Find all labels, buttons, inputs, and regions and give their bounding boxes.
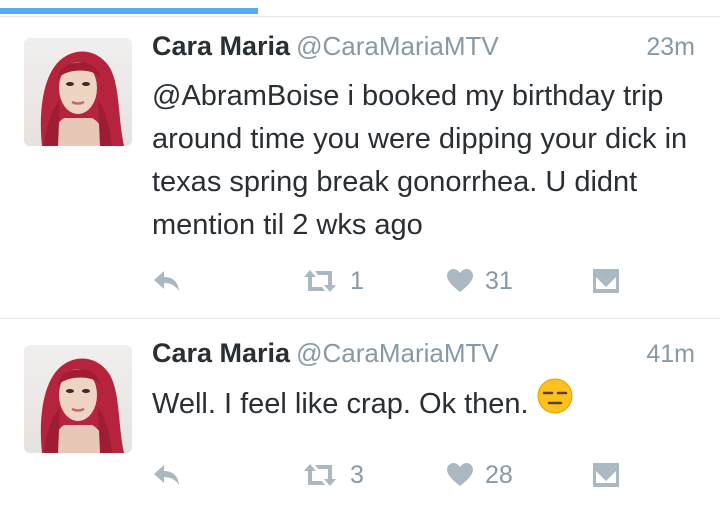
tweet-header: Cara Maria @CaraMariaMTV 23m bbox=[152, 31, 695, 71]
direct-message-button[interactable] bbox=[592, 266, 620, 296]
retweet-count: 1 bbox=[350, 266, 364, 295]
tweet-card[interactable]: Cara Maria @CaraMariaMTV 41m Well. I feel… bbox=[0, 319, 720, 521]
envelope-icon bbox=[593, 269, 619, 293]
top-loading-bar bbox=[0, 0, 720, 18]
avatar[interactable] bbox=[24, 38, 132, 146]
display-name[interactable]: Cara Maria bbox=[152, 31, 290, 61]
avatar-image bbox=[24, 345, 132, 453]
heart-icon bbox=[447, 463, 473, 486]
like-count: 28 bbox=[485, 460, 513, 489]
tweet-header: Cara Maria @CaraMariaMTV 41m bbox=[152, 338, 695, 378]
reply-button[interactable] bbox=[152, 266, 182, 296]
retweet-icon bbox=[304, 464, 336, 486]
reply-button[interactable] bbox=[152, 460, 182, 490]
reply-icon bbox=[154, 465, 179, 485]
envelope-icon bbox=[593, 463, 619, 487]
direct-message-button[interactable] bbox=[592, 460, 620, 490]
retweet-button[interactable]: 3 bbox=[302, 460, 364, 490]
tweet-actions: 1 31 bbox=[0, 266, 720, 296]
retweet-button[interactable]: 1 bbox=[302, 266, 364, 296]
user-handle[interactable]: @CaraMariaMTV bbox=[296, 31, 499, 61]
like-button[interactable]: 31 bbox=[447, 266, 513, 296]
tweet-timestamp[interactable]: 41m bbox=[646, 340, 695, 369]
retweet-count: 3 bbox=[350, 460, 364, 489]
retweet-icon bbox=[304, 270, 336, 292]
display-name[interactable]: Cara Maria bbox=[152, 338, 290, 368]
avatar-image bbox=[24, 38, 132, 146]
tweet-timestamp[interactable]: 23m bbox=[646, 33, 695, 62]
tweet-text: Well. I feel like crap. Ok then. bbox=[152, 388, 529, 420]
reply-icon bbox=[154, 271, 179, 291]
user-handle[interactable]: @CaraMariaMTV bbox=[296, 338, 499, 368]
like-count: 31 bbox=[485, 266, 513, 295]
tweet-card[interactable]: Cara Maria @CaraMariaMTV 23m @AbramBoise … bbox=[0, 17, 720, 318]
expressionless-face-emoji bbox=[537, 378, 573, 427]
tweet-actions: 3 28 bbox=[0, 460, 720, 490]
heart-icon bbox=[447, 269, 473, 292]
tweet-text-line: Well. I feel like crap. Ok then. bbox=[152, 378, 712, 427]
loading-progress bbox=[0, 8, 258, 14]
avatar[interactable] bbox=[24, 345, 132, 453]
like-button[interactable]: 28 bbox=[447, 460, 513, 490]
tweet-text: @AbramBoise i booked my birthday trip ar… bbox=[152, 80, 688, 241]
